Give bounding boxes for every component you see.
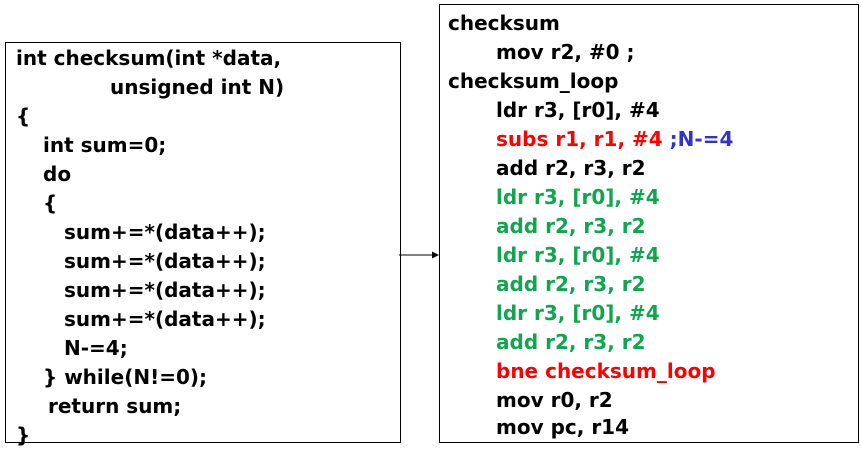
c-line-while: } while(N!=0);	[43, 365, 208, 389]
asm-ldr-4: ldr r3, [r0], #4	[496, 301, 660, 325]
c-line-do: do	[43, 162, 72, 186]
c-line-sum-2: sum+=*(data++);	[64, 249, 266, 273]
asm-add-4: add r2, r3, r2	[496, 330, 646, 354]
c-source-panel: int checksum(int *data, unsigned int N) …	[5, 42, 401, 447]
asm-label-checksum: checksum	[448, 11, 560, 35]
asm-mov-r0: mov r0, r2	[496, 388, 613, 412]
asm-subs: subs r1, r1, #4	[496, 127, 663, 151]
asm-subs-row: subs r1, r1, #4 ;N-=4	[496, 125, 733, 153]
arrow-connector	[399, 251, 439, 259]
c-line-sum-1: sum+=*(data++);	[64, 220, 266, 244]
asm-add-3: add r2, r3, r2	[496, 272, 646, 296]
c-line-signature-cont: unsigned int N)	[110, 75, 285, 99]
asm-ldr-2: ldr r3, [r0], #4	[496, 185, 660, 209]
asm-add-1: add r2, r3, r2	[496, 156, 646, 180]
asm-mov-pc: mov pc, r14	[496, 415, 630, 439]
c-line-signature: int checksum(int *data,	[16, 46, 282, 70]
c-line-close-brace: }	[16, 423, 31, 447]
asm-label-loop: checksum_loop	[448, 69, 619, 93]
c-line-sum-3: sum+=*(data++);	[64, 278, 266, 302]
asm-mov-r2: mov r2, #0 ;	[496, 40, 635, 64]
asm-bne: bne checksum_loop	[496, 359, 716, 383]
c-line-sum-init: int sum=0;	[43, 133, 167, 157]
asm-ldr-1: ldr r3, [r0], #4	[496, 98, 660, 122]
assembly-panel: checksum mov r2, #0 ; checksum_loop ldr …	[439, 4, 859, 443]
c-line-return: return sum;	[48, 394, 182, 418]
c-line-sum-4: sum+=*(data++);	[64, 307, 266, 331]
asm-ldr-3: ldr r3, [r0], #4	[496, 243, 660, 267]
c-line-loop-open-brace: {	[43, 191, 58, 215]
asm-add-2: add r2, r3, r2	[496, 214, 646, 238]
asm-subs-comment: ;N-=4	[669, 127, 734, 151]
c-line-decrement: N-=4;	[64, 336, 128, 360]
arrow-head	[432, 251, 439, 259]
c-line-open-brace: {	[16, 104, 31, 128]
